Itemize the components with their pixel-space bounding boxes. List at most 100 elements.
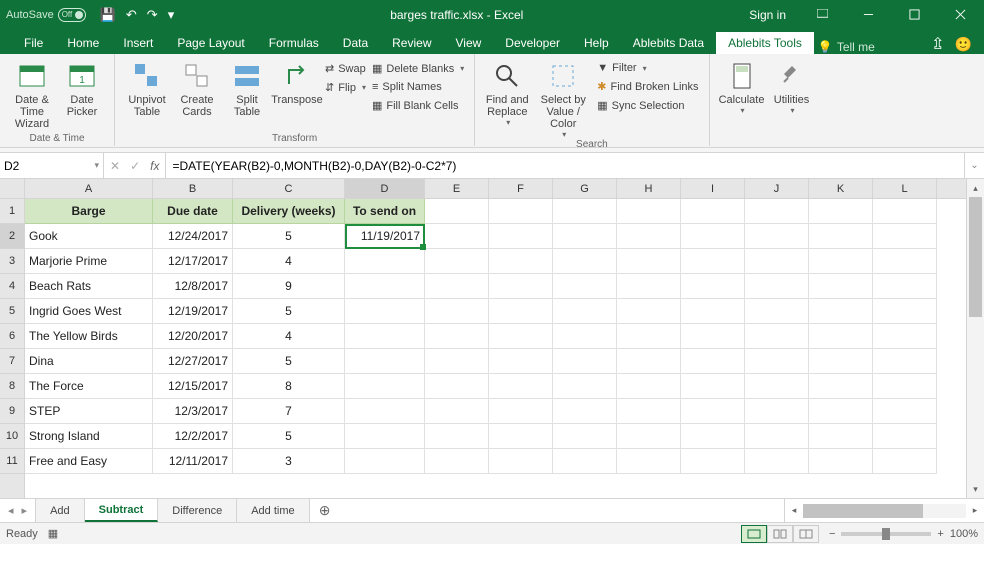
cell[interactable]: 12/2/2017 xyxy=(153,424,233,449)
tab-help[interactable]: Help xyxy=(572,32,621,54)
scroll-thumb[interactable] xyxy=(803,504,923,518)
tab-file[interactable]: File xyxy=(12,32,55,54)
cell[interactable]: 5 xyxy=(233,349,345,374)
column-header[interactable]: C xyxy=(233,179,345,198)
find-replace-button[interactable]: Find and Replace▾ xyxy=(483,58,531,127)
utilities-button[interactable]: Utilities▾ xyxy=(768,58,816,115)
vertical-scrollbar[interactable]: ▴ ▾ xyxy=(966,179,984,498)
cell[interactable]: Delivery (weeks) xyxy=(233,199,345,224)
tab-developer[interactable]: Developer xyxy=(493,32,572,54)
tab-data[interactable]: Data xyxy=(331,32,380,54)
scroll-down-icon[interactable]: ▾ xyxy=(967,480,984,498)
split-names-button[interactable]: ≡Split Names xyxy=(370,79,466,95)
cell[interactable]: 3 xyxy=(233,449,345,474)
sheet-tab[interactable]: Add time xyxy=(237,499,309,522)
sheet-tab[interactable]: Subtract xyxy=(85,499,159,522)
column-header[interactable]: A xyxy=(25,179,153,198)
cell[interactable]: 12/3/2017 xyxy=(153,399,233,424)
column-header[interactable]: G xyxy=(553,179,617,198)
cell[interactable]: Ingrid Goes West xyxy=(25,299,153,324)
calculate-button[interactable]: Calculate▾ xyxy=(718,58,766,115)
save-icon[interactable]: 💾 xyxy=(100,7,116,23)
zoom-in-icon[interactable]: + xyxy=(937,528,943,540)
cell[interactable]: 12/17/2017 xyxy=(153,249,233,274)
cell[interactable]: To send on xyxy=(345,199,425,224)
cell[interactable]: 12/8/2017 xyxy=(153,274,233,299)
horizontal-scrollbar[interactable]: ◂ ▸ xyxy=(784,499,984,522)
sync-selection-button[interactable]: ▦Sync Selection xyxy=(595,97,700,114)
cell[interactable]: Strong Island xyxy=(25,424,153,449)
fill-blank-cells-button[interactable]: ▦Fill Blank Cells xyxy=(370,97,466,114)
select-all-corner[interactable] xyxy=(0,179,24,199)
cell[interactable]: The Yellow Birds xyxy=(25,324,153,349)
cell[interactable] xyxy=(345,249,425,274)
row-header[interactable]: 4 xyxy=(0,274,24,299)
new-sheet-button[interactable]: ⊕ xyxy=(310,499,340,522)
delete-blanks-button[interactable]: ▦Delete Blanks▾ xyxy=(370,60,466,77)
column-header[interactable]: B xyxy=(153,179,233,198)
transpose-button[interactable]: Transpose xyxy=(273,58,321,106)
create-cards-button[interactable]: Create Cards xyxy=(173,58,221,118)
tab-review[interactable]: Review xyxy=(380,32,443,54)
cell[interactable]: 5 xyxy=(233,224,345,249)
cell-grid[interactable]: Barge Due date Delivery (weeks) To send … xyxy=(25,199,966,474)
zoom-control[interactable]: − + 100% xyxy=(829,528,978,540)
row-header[interactable]: 9 xyxy=(0,399,24,424)
split-table-button[interactable]: Split Table xyxy=(223,58,271,118)
cell[interactable]: Marjorie Prime xyxy=(25,249,153,274)
cell[interactable]: 12/20/2017 xyxy=(153,324,233,349)
find-broken-links-button[interactable]: ✱Find Broken Links xyxy=(595,78,700,95)
tab-formulas[interactable]: Formulas xyxy=(257,32,331,54)
cell[interactable] xyxy=(345,324,425,349)
row-header[interactable]: 2 xyxy=(0,224,24,249)
feedback-smile-icon[interactable]: 🙂 xyxy=(955,36,972,53)
share-icon[interactable]: ⇫ xyxy=(931,34,944,54)
column-header[interactable]: H xyxy=(617,179,681,198)
cell[interactable] xyxy=(345,424,425,449)
cell[interactable] xyxy=(345,274,425,299)
name-box[interactable]: D2▾ xyxy=(0,153,104,178)
prev-sheet-icon[interactable]: ◂ xyxy=(8,504,14,517)
scroll-up-icon[interactable]: ▴ xyxy=(967,179,984,197)
flip-button[interactable]: ⇵Flip▾ xyxy=(323,79,368,96)
enter-icon[interactable]: ✓ xyxy=(130,159,140,173)
normal-view-button[interactable] xyxy=(741,525,767,543)
tab-view[interactable]: View xyxy=(444,32,494,54)
cell[interactable]: The Force xyxy=(25,374,153,399)
date-picker-button[interactable]: 1Date Picker xyxy=(58,58,106,118)
cell[interactable]: 12/15/2017 xyxy=(153,374,233,399)
autosave-toggle[interactable]: AutoSave Off xyxy=(6,8,86,22)
cell[interactable] xyxy=(345,349,425,374)
next-sheet-icon[interactable]: ▸ xyxy=(22,504,28,517)
column-header[interactable]: K xyxy=(809,179,873,198)
cell[interactable]: 7 xyxy=(233,399,345,424)
page-layout-view-button[interactable] xyxy=(767,525,793,543)
cell[interactable]: 12/27/2017 xyxy=(153,349,233,374)
tab-insert[interactable]: Insert xyxy=(111,32,165,54)
page-break-view-button[interactable] xyxy=(793,525,819,543)
row-header[interactable]: 5 xyxy=(0,299,24,324)
zoom-out-icon[interactable]: − xyxy=(829,528,835,540)
expand-formula-bar-icon[interactable]: ⌄ xyxy=(964,153,984,178)
column-header[interactable]: F xyxy=(489,179,553,198)
column-header[interactable]: E xyxy=(425,179,489,198)
swap-button[interactable]: ⇄Swap xyxy=(323,60,368,77)
cell[interactable]: Barge xyxy=(25,199,153,224)
macro-record-icon[interactable]: ▦ xyxy=(48,527,58,540)
cell[interactable]: 4 xyxy=(233,249,345,274)
zoom-level[interactable]: 100% xyxy=(950,528,978,540)
row-header[interactable]: 11 xyxy=(0,449,24,474)
tab-home[interactable]: Home xyxy=(55,32,111,54)
cell[interactable]: 9 xyxy=(233,274,345,299)
undo-icon[interactable]: ↶ xyxy=(126,7,137,23)
filter-button[interactable]: ▼Filter▾ xyxy=(595,60,700,76)
cell[interactable]: 11/19/2017 xyxy=(345,224,425,249)
close-icon[interactable] xyxy=(940,0,980,29)
fx-icon[interactable]: fx xyxy=(150,159,159,173)
cell[interactable]: Free and Easy xyxy=(25,449,153,474)
cell[interactable] xyxy=(345,299,425,324)
maximize-icon[interactable] xyxy=(894,0,934,29)
row-header[interactable]: 1 xyxy=(0,199,24,224)
cell[interactable]: Gook xyxy=(25,224,153,249)
row-header[interactable]: 7 xyxy=(0,349,24,374)
